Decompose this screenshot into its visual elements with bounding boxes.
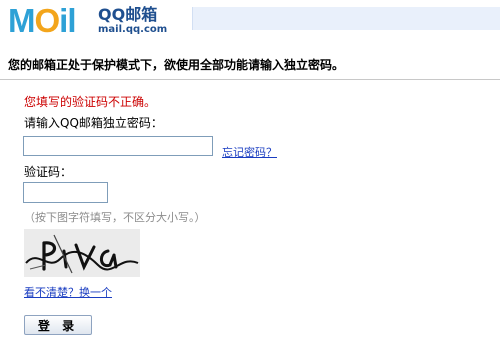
password-label: 请输入QQ邮箱独立密码： <box>24 116 163 130</box>
independent-password-input[interactable] <box>23 136 213 156</box>
refresh-captcha-link[interactable]: 看不清楚？换一个 <box>24 284 112 300</box>
login-button[interactable]: 登 录 <box>24 315 92 335</box>
logo-title: QQ邮箱 <box>98 5 158 24</box>
header-bar <box>192 7 500 30</box>
error-message: 您填写的验证码不正确。 <box>24 95 157 109</box>
logo-url: mail.qq.com <box>98 24 168 35</box>
captcha-label: 验证码： <box>24 165 73 179</box>
captcha-image <box>24 229 140 277</box>
logo-wordmark: MOil <box>8 2 77 39</box>
captcha-hint: （按下图字符填写，不区分大小写。） <box>24 211 206 224</box>
qq-mail-logo: MOil QQ邮箱 mail.qq.com <box>8 2 178 40</box>
divider <box>0 79 500 80</box>
forgot-password-link[interactable]: 忘记密码？ <box>222 144 277 160</box>
captcha-input[interactable] <box>23 182 108 203</box>
protection-notice: 您的邮箱正处于保护模式下，欲使用全部功能请输入独立密码。 <box>8 58 345 72</box>
